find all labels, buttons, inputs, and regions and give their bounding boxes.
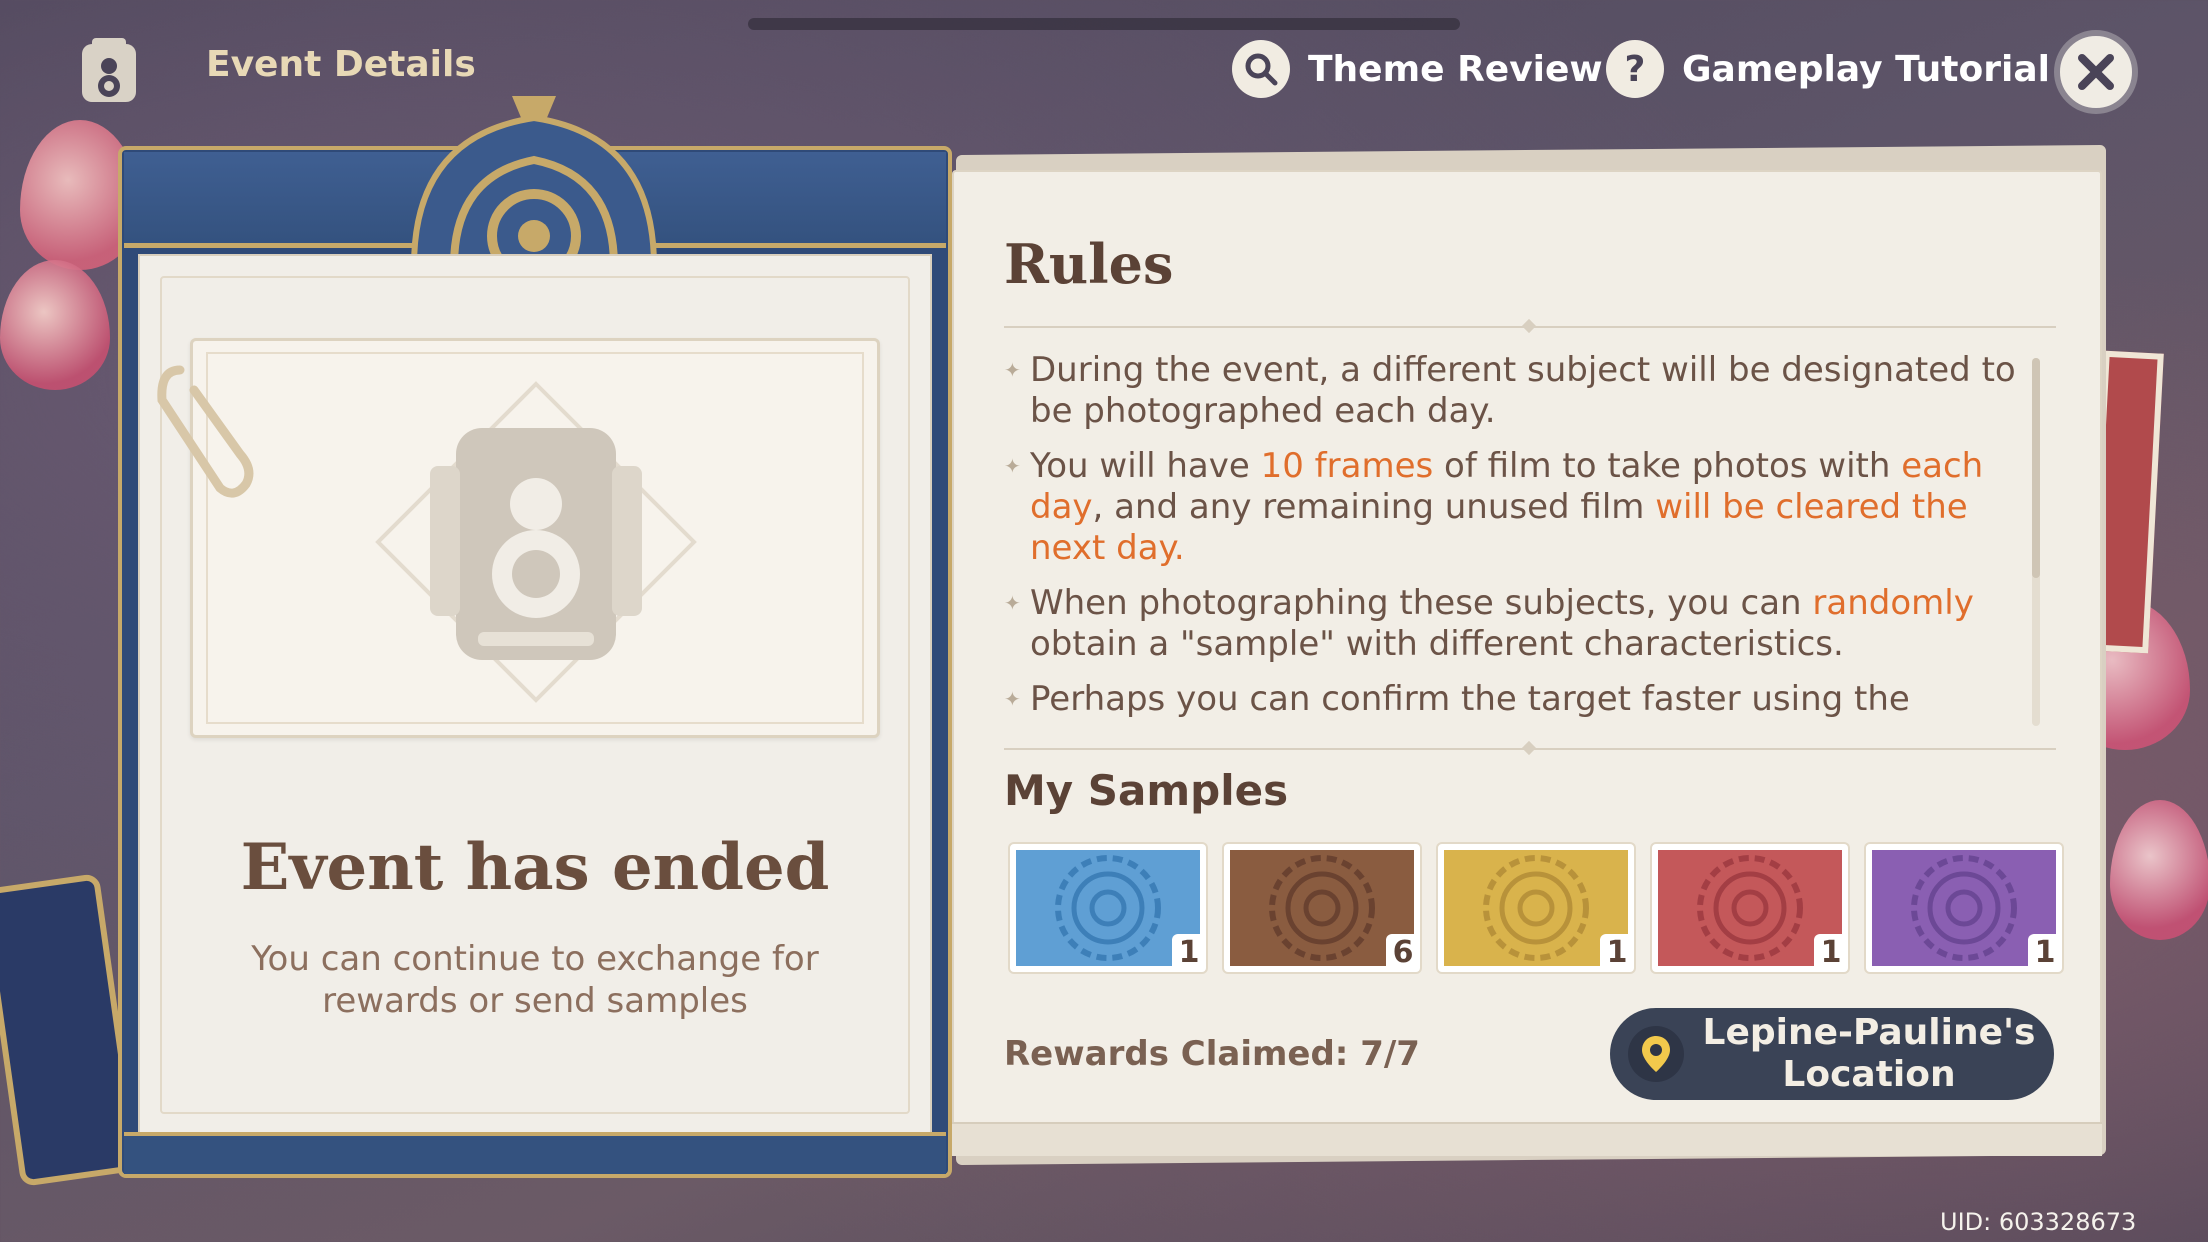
paperclip-icon bbox=[150, 360, 260, 500]
rule-item: When photographing these subjects, you c… bbox=[1004, 583, 2020, 665]
rule-text: During the event, a different subject wi… bbox=[1030, 350, 2016, 431]
theme-review-label: Theme Review bbox=[1308, 48, 1603, 90]
rule-highlight-text: randomly bbox=[1812, 583, 1974, 623]
theme-review-button[interactable]: Theme Review bbox=[1232, 38, 1603, 100]
rules-panel-bottom-edge bbox=[952, 1122, 2102, 1156]
sample-count: 1 bbox=[2028, 934, 2056, 966]
rule-text: Perhaps you can confirm the target faste… bbox=[1030, 679, 1910, 719]
sample-card[interactable]: 1 bbox=[1010, 844, 1206, 972]
sample-card[interactable]: 1 bbox=[1652, 844, 1848, 972]
close-icon bbox=[2078, 54, 2114, 90]
rewards-claimed-text: Rewards Claimed: 7/7 bbox=[1004, 1034, 1420, 1074]
rules-title: Rules bbox=[1004, 232, 1174, 296]
rule-text: of film to take photos with bbox=[1433, 446, 1902, 486]
rule-item: You will have 10 frames of film to take … bbox=[1004, 446, 2020, 569]
camera-event-icon bbox=[76, 36, 142, 106]
event-ended-subtitle: You can continue to exchange for rewards… bbox=[251, 939, 819, 1021]
flower-decoration-right-2 bbox=[2110, 800, 2208, 940]
event-card-footer bbox=[124, 1132, 946, 1174]
gameplay-tutorial-button[interactable]: ? Gameplay Tutorial bbox=[1606, 38, 2050, 100]
sample-count: 1 bbox=[1172, 934, 1200, 966]
sample-card[interactable]: 6 bbox=[1224, 844, 1420, 972]
map-pin-icon bbox=[1628, 1026, 1684, 1082]
location-button[interactable]: Lepine-Pauline's Location bbox=[1610, 1008, 2054, 1100]
magnifier-icon bbox=[1232, 40, 1290, 98]
rule-item: Perhaps you can confirm the target faste… bbox=[1004, 679, 2020, 720]
sample-card[interactable]: 1 bbox=[1866, 844, 2062, 972]
close-button[interactable] bbox=[2054, 30, 2138, 114]
rule-item: During the event, a different subject wi… bbox=[1004, 350, 2020, 432]
rule-text: , and any remaining unused film bbox=[1092, 487, 1656, 527]
gear-crest-emblem bbox=[400, 96, 668, 283]
rules-list[interactable]: During the event, a different subject wi… bbox=[1004, 350, 2020, 722]
vintage-camera-icon bbox=[368, 374, 704, 710]
rule-text: obtain a "sample" with different charact… bbox=[1030, 624, 1844, 664]
samples-title: My Samples bbox=[1004, 766, 1289, 815]
sample-count: 1 bbox=[1814, 934, 1842, 966]
uid-label: UID: 603328673 bbox=[1940, 1208, 2137, 1236]
rule-highlight-text: 10 frames bbox=[1260, 446, 1434, 486]
question-mark-icon: ? bbox=[1606, 40, 1664, 98]
location-button-label: Lepine-Pauline's Location bbox=[1702, 1012, 2036, 1095]
sample-card[interactable]: 1 bbox=[1438, 844, 1634, 972]
rule-text: When photographing these subjects, you c… bbox=[1030, 583, 1813, 623]
flower-decoration-left-2 bbox=[0, 260, 110, 390]
rules-scrollbar-thumb[interactable] bbox=[2032, 358, 2040, 578]
page-title: Event Details bbox=[206, 44, 476, 85]
event-ended-title: Event has ended bbox=[240, 830, 830, 905]
top-handle-bar bbox=[748, 18, 1460, 30]
sample-count: 1 bbox=[1600, 934, 1628, 966]
rule-text: You will have bbox=[1030, 446, 1261, 486]
gameplay-tutorial-label: Gameplay Tutorial bbox=[1682, 48, 2050, 90]
sample-count: 6 bbox=[1386, 934, 1414, 966]
